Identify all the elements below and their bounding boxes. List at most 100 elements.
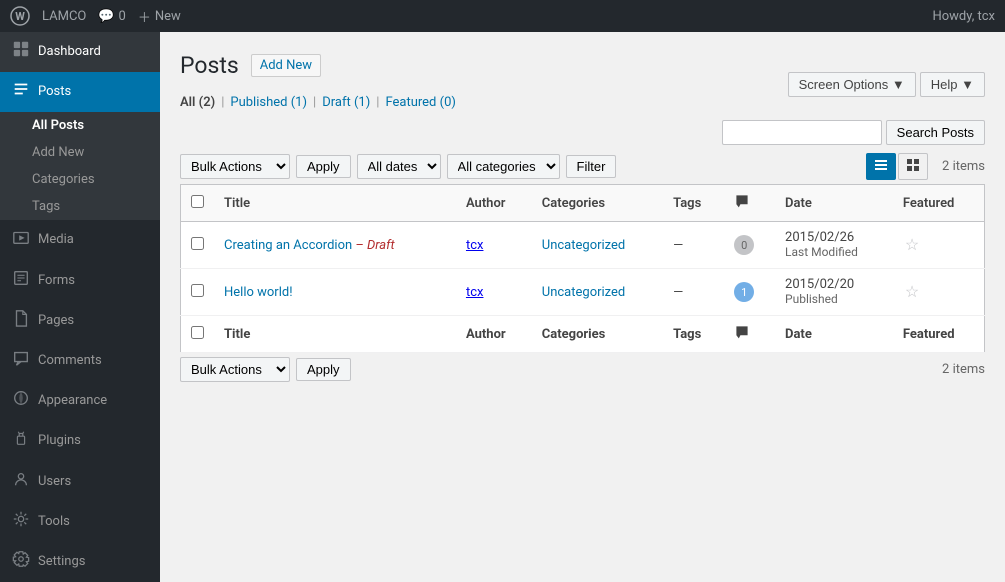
sidebar-item-label: Pages [38, 312, 74, 330]
submenu-all-posts[interactable]: All Posts [0, 112, 160, 139]
row-checkbox[interactable] [191, 284, 204, 297]
chevron-down-icon: ▼ [892, 77, 905, 92]
title-header[interactable]: Title [214, 185, 456, 222]
posts-table: Title Author Categories Tags Date Featur… [180, 184, 985, 353]
tags-header[interactable]: Tags [663, 185, 724, 222]
author-header[interactable]: Author [456, 185, 532, 222]
select-all-checkbox-bottom[interactable] [191, 326, 204, 339]
date-filter-select[interactable]: All dates [357, 154, 441, 179]
submenu-tags[interactable]: Tags [0, 193, 160, 220]
users-icon [12, 470, 30, 494]
comment-bubble-header [724, 185, 775, 222]
comments-bubble-icon [12, 349, 30, 373]
sidebar-item-media[interactable]: Media [0, 220, 160, 260]
settings-icon [12, 550, 30, 574]
comment-count-cell: 1 [724, 269, 775, 316]
sidebar-item-tools[interactable]: Tools [0, 502, 160, 542]
comment-count-cell: 0 [724, 222, 775, 269]
author-cell: tcx [456, 222, 532, 269]
category-link[interactable]: Uncategorized [542, 238, 625, 253]
comment-count-badge: 1 [734, 282, 754, 302]
subnav-draft[interactable]: Draft (1) [322, 95, 370, 110]
sidebar-item-posts[interactable]: Posts [0, 72, 160, 112]
sidebar-item-pages[interactable]: Pages [0, 301, 160, 341]
top-filters-row: Bulk Actions Apply All dates All categor… [180, 153, 985, 180]
posts-subnav: All (2) | Published (1) | Draft (1) | Fe… [180, 95, 985, 110]
select-all-checkbox[interactable] [191, 195, 204, 208]
subnav-featured[interactable]: Featured (0) [385, 95, 455, 110]
main-content: Screen Options ▼ Help ▼ Posts Add New Al… [160, 32, 1005, 582]
tags-footer[interactable]: Tags [663, 316, 724, 353]
categories-cell: Uncategorized [532, 269, 663, 316]
apply-button-top[interactable]: Apply [296, 155, 351, 178]
select-all-header [181, 185, 215, 222]
category-link[interactable]: Uncategorized [542, 285, 625, 300]
sidebar-item-plugins[interactable]: Plugins [0, 421, 160, 461]
posts-submenu: All Posts Add New Categories Tags [0, 112, 160, 220]
sidebar-item-users[interactable]: Users [0, 462, 160, 502]
tags-cell: — [663, 269, 724, 316]
subnav-published[interactable]: Published (1) [230, 95, 307, 110]
sidebar-item-forms[interactable]: Forms [0, 261, 160, 301]
comment-footer [724, 316, 775, 353]
forms-icon [12, 269, 30, 293]
sidebar-item-label: Tools [38, 513, 70, 531]
subnav-all[interactable]: All (2) [180, 95, 215, 110]
featured-cell: ☆ [893, 222, 985, 269]
admin-bar: W LAMCO 💬 0 ＋ New Howdy, tcx [0, 0, 1005, 32]
screen-options-button[interactable]: Screen Options ▼ [788, 72, 916, 97]
row-checkbox[interactable] [191, 237, 204, 250]
table-row: Hello world! tcx Uncategorized — 1 [181, 269, 985, 316]
page-title: Posts [180, 52, 239, 79]
sidebar-item-appearance[interactable]: Appearance [0, 381, 160, 421]
author-link[interactable]: tcx [466, 238, 484, 253]
sidebar-item-settings[interactable]: Settings [0, 542, 160, 582]
author-link[interactable]: tcx [466, 285, 484, 300]
search-posts-button[interactable]: Search Posts [886, 120, 985, 145]
categories-footer[interactable]: Categories [532, 316, 663, 353]
sidebar-item-comments[interactable]: Comments [0, 341, 160, 381]
filter-button[interactable]: Filter [566, 155, 617, 178]
category-filter-select[interactable]: All categories [447, 154, 560, 179]
sidebar-item-label: Media [38, 231, 74, 249]
bulk-actions-select-top[interactable]: Bulk Actions [180, 154, 290, 179]
wp-logo[interactable]: W [10, 6, 30, 26]
author-footer[interactable]: Author [456, 316, 532, 353]
new-content-link[interactable]: ＋ New [138, 7, 181, 26]
search-input[interactable] [722, 120, 882, 145]
help-button[interactable]: Help ▼ [920, 72, 985, 97]
grid-view-button[interactable] [898, 153, 928, 180]
featured-footer[interactable]: Featured [893, 316, 985, 353]
date-header[interactable]: Date [775, 185, 893, 222]
list-view-button[interactable] [866, 153, 896, 180]
date-footer[interactable]: Date [775, 316, 893, 353]
sidebar-item-label: Plugins [38, 432, 81, 450]
title-footer[interactable]: Title [214, 316, 456, 353]
add-new-button[interactable]: Add New [251, 54, 321, 77]
submenu-categories[interactable]: Categories [0, 166, 160, 193]
categories-header[interactable]: Categories [532, 185, 663, 222]
post-title-link[interactable]: Creating an Accordion [224, 238, 355, 253]
featured-header[interactable]: Featured [893, 185, 985, 222]
comments-link[interactable]: 💬 0 [98, 9, 126, 24]
svg-text:W: W [15, 10, 25, 23]
sidebar-item-label: Forms [38, 272, 75, 290]
submenu-add-new[interactable]: Add New [0, 139, 160, 166]
date-cell: 2015/02/26 Last Modified [775, 222, 893, 269]
sidebar-item-dashboard[interactable]: Dashboard [0, 32, 160, 72]
featured-star-button[interactable]: ☆ [903, 233, 921, 257]
sidebar-item-label: Posts [38, 83, 71, 101]
comment-icon: 💬 [98, 9, 114, 24]
post-title-link[interactable]: Hello world! [224, 285, 293, 300]
items-count-top: 2 items [942, 159, 985, 174]
apply-button-bottom[interactable]: Apply [296, 358, 351, 381]
bulk-actions-select-bottom[interactable]: Bulk Actions [180, 357, 290, 382]
sidebar-item-label: Comments [38, 352, 102, 370]
post-title-cell: Creating an Accordion – Draft [214, 222, 456, 269]
featured-star-button[interactable]: ☆ [903, 280, 921, 304]
sidebar-item-label: Dashboard [38, 43, 101, 61]
site-name[interactable]: LAMCO [42, 9, 86, 24]
howdy-text[interactable]: Howdy, tcx [932, 9, 995, 24]
pages-icon [12, 309, 30, 333]
tags-cell: — [663, 222, 724, 269]
